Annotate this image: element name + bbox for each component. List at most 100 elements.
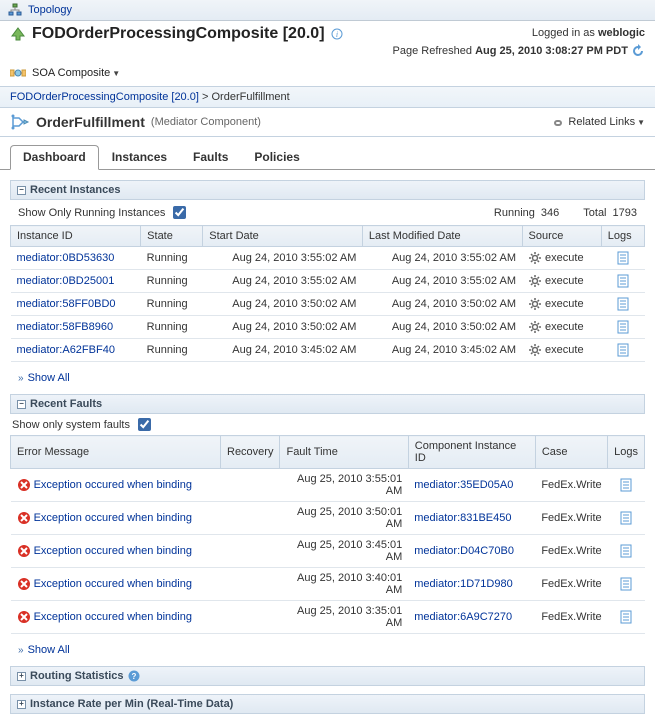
col-state[interactable]: State (141, 226, 203, 247)
fault-message-link[interactable]: Exception occured when binding (34, 479, 192, 491)
table-row: mediator:A62FBF40RunningAug 24, 2010 3:4… (11, 339, 645, 362)
fault-recovery (221, 601, 280, 634)
log-icon[interactable] (617, 343, 629, 357)
collapse-icon[interactable]: − (17, 186, 26, 195)
show-all-icon: » (18, 373, 24, 384)
log-icon[interactable] (617, 274, 629, 288)
col-component-instance-id[interactable]: Component Instance ID (408, 436, 535, 469)
fault-message-link[interactable]: Exception occured when binding (34, 578, 192, 590)
component-instance-link[interactable]: mediator:831BE450 (414, 512, 511, 524)
fault-message-link[interactable]: Exception occured when binding (34, 611, 192, 623)
expand-icon[interactable]: + (17, 672, 26, 681)
page-header: FODOrderProcessingComposite [20.0] i Log… (0, 21, 655, 64)
fault-time: Aug 25, 2010 3:35:01 AM (280, 601, 408, 634)
tab-faults[interactable]: Faults (180, 145, 241, 169)
instance-modified: Aug 24, 2010 3:45:02 AM (362, 339, 522, 362)
instance-modified: Aug 24, 2010 3:55:02 AM (362, 247, 522, 270)
instance-modified: Aug 24, 2010 3:50:02 AM (362, 293, 522, 316)
table-row: Exception occured when binding Aug 25, 20… (11, 568, 645, 601)
instance-id-link[interactable]: mediator:58FF0BD0 (17, 298, 116, 310)
info-icon[interactable]: i (331, 28, 343, 40)
running-filter-label: Show Only Running Instances (18, 207, 165, 219)
help-icon[interactable]: ? (128, 670, 140, 682)
log-icon[interactable] (617, 297, 629, 311)
fault-case: FedEx.Write (535, 535, 607, 568)
refreshed-time: Aug 25, 2010 3:08:27 PM PDT (475, 45, 628, 57)
system-faults-checkbox[interactable] (138, 418, 151, 431)
log-icon[interactable] (620, 511, 632, 525)
col-source[interactable]: Source (522, 226, 601, 247)
component-subtitle: (Mediator Component) (151, 116, 261, 128)
fault-case: FedEx.Write (535, 568, 607, 601)
tab-policies[interactable]: Policies (241, 145, 312, 169)
log-icon[interactable] (620, 478, 632, 492)
error-icon (17, 577, 31, 591)
table-row: mediator:0BD53630RunningAug 24, 2010 3:5… (11, 247, 645, 270)
fault-time: Aug 25, 2010 3:45:01 AM (280, 535, 408, 568)
fault-recovery (221, 502, 280, 535)
col-logs[interactable]: Logs (601, 226, 644, 247)
component-instance-link[interactable]: mediator:D04C70B0 (414, 545, 514, 557)
col-error-message[interactable]: Error Message (11, 436, 221, 469)
related-links[interactable]: Related Links▼ (551, 115, 645, 129)
gear-icon (528, 320, 542, 334)
show-all-icon: » (18, 645, 24, 656)
fault-time: Aug 25, 2010 3:55:01 AM (280, 469, 408, 502)
instance-id-link[interactable]: mediator:58FB8960 (17, 321, 114, 333)
col-fault-time[interactable]: Fault Time (280, 436, 408, 469)
col-logs[interactable]: Logs (608, 436, 645, 469)
faults-show-all[interactable]: » Show All (10, 634, 645, 666)
log-icon[interactable] (620, 577, 632, 591)
component-instance-link[interactable]: mediator:35ED05A0 (414, 479, 513, 491)
col-case[interactable]: Case (535, 436, 607, 469)
composite-icon (10, 66, 26, 80)
instances-show-all[interactable]: » Show All (10, 362, 645, 394)
log-icon[interactable] (620, 610, 632, 624)
tab-instances[interactable]: Instances (99, 145, 180, 169)
gear-icon (528, 274, 542, 288)
logged-in-user: weblogic (598, 27, 645, 39)
instance-id-link[interactable]: mediator:0BD53630 (17, 252, 115, 264)
component-bar: OrderFulfillment (Mediator Component) Re… (0, 108, 655, 137)
instance-start: Aug 24, 2010 3:55:02 AM (203, 270, 363, 293)
fault-recovery (221, 469, 280, 502)
topology-link[interactable]: Topology (28, 4, 72, 16)
fault-case: FedEx.Write (535, 502, 607, 535)
svg-text:?: ? (131, 672, 136, 681)
up-arrow-icon[interactable] (10, 26, 26, 42)
refresh-icon[interactable] (631, 44, 645, 58)
log-icon[interactable] (620, 544, 632, 558)
running-filter-checkbox[interactable] (173, 206, 186, 219)
table-row: Exception occured when bindingAug 25, 20… (11, 502, 645, 535)
total-count: 1793 (613, 207, 637, 219)
fault-message-link[interactable]: Exception occured when binding (34, 512, 192, 524)
expand-icon[interactable]: + (17, 700, 26, 709)
collapse-icon[interactable]: − (17, 400, 26, 409)
log-icon[interactable] (617, 251, 629, 265)
topology-bar[interactable]: Topology (0, 0, 655, 21)
running-count: 346 (541, 207, 559, 219)
breadcrumb-parent[interactable]: FODOrderProcessingComposite [20.0] (10, 91, 199, 103)
col-recovery[interactable]: Recovery (221, 436, 280, 469)
instance-start: Aug 24, 2010 3:45:02 AM (203, 339, 363, 362)
fault-time: Aug 25, 2010 3:40:01 AM (280, 568, 408, 601)
faults-table: Error Message Recovery Fault Time Compon… (10, 435, 645, 634)
table-row: mediator:0BD25001RunningAug 24, 2010 3:5… (11, 270, 645, 293)
tab-dashboard[interactable]: Dashboard (10, 145, 99, 170)
recent-instances-header: − Recent Instances (10, 180, 645, 200)
error-icon (17, 478, 31, 492)
error-icon (17, 610, 31, 624)
component-instance-link[interactable]: mediator:6A9C7270 (414, 611, 512, 623)
component-instance-link[interactable]: mediator:1D71D980 (414, 578, 512, 590)
composite-menu[interactable]: SOA Composite▼ (32, 67, 120, 79)
col-instance-id[interactable]: Instance ID (11, 226, 141, 247)
col-start-date[interactable]: Start Date (203, 226, 363, 247)
log-icon[interactable] (617, 320, 629, 334)
fault-message-link[interactable]: Exception occured when binding (34, 545, 192, 557)
table-row: Exception occured when binding Aug 25, 20… (11, 535, 645, 568)
table-row: mediator:58FF0BD0RunningAug 24, 2010 3:5… (11, 293, 645, 316)
col-modified-date[interactable]: Last Modified Date (362, 226, 522, 247)
logged-in-label: Logged in as (532, 27, 595, 39)
instance-id-link[interactable]: mediator:0BD25001 (17, 275, 115, 287)
instance-id-link[interactable]: mediator:A62FBF40 (17, 344, 115, 356)
